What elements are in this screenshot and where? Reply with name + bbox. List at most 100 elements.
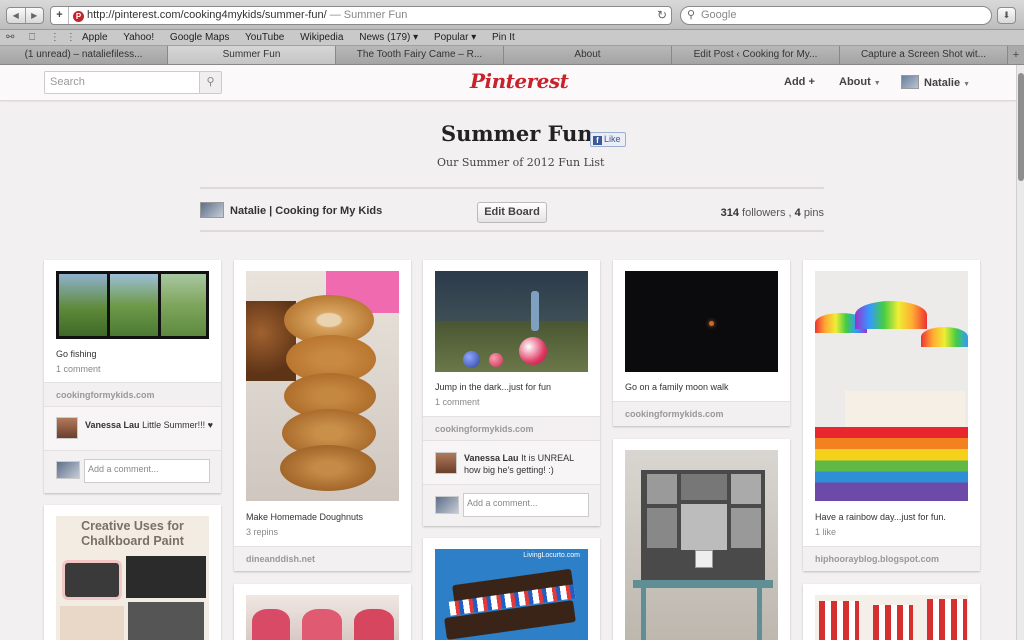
- downloads-icon[interactable]: ⬇: [997, 7, 1016, 24]
- tab-summer-fun[interactable]: Summer Fun: [168, 46, 336, 64]
- like-label: Like: [604, 134, 621, 144]
- pin-image[interactable]: Creative Uses for Chalkboard Paint: [56, 516, 209, 640]
- bookmark-wikipedia[interactable]: Wikipedia: [300, 32, 343, 43]
- pinterest-header: Search ⚲ Pinterest Add + About ▼ Natalie ▼: [0, 65, 1016, 101]
- tab-tooth-fairy[interactable]: The Tooth Fairy Came – R...: [336, 46, 504, 64]
- pin-image[interactable]: [625, 450, 778, 640]
- pin-image[interactable]: [56, 271, 209, 339]
- plus-icon: +: [808, 76, 815, 88]
- pin-jump-in-the-dark[interactable]: Jump in the dark...just for fun 1 commen…: [423, 260, 600, 526]
- search-input[interactable]: Search: [50, 76, 85, 88]
- user-menu[interactable]: Natalie ▼: [901, 75, 970, 89]
- pin-image[interactable]: [815, 271, 968, 501]
- reload-icon[interactable]: ↻: [657, 7, 667, 24]
- bookmark-youtube[interactable]: YouTube: [245, 32, 284, 43]
- board-info-bar: Natalie | Cooking for My Kids Edit Board…: [200, 187, 824, 232]
- pin-like-count[interactable]: 1 like: [815, 527, 836, 537]
- forward-arrow-icon[interactable]: ▶: [26, 8, 44, 23]
- new-tab-button[interactable]: +: [1008, 46, 1024, 64]
- reading-list-icon[interactable]: ⚯ ⎕ ⋮⋮: [6, 30, 82, 45]
- page-title-text: — Summer Fun: [329, 9, 408, 21]
- about-label: About: [839, 76, 871, 88]
- about-menu[interactable]: About ▼: [839, 76, 881, 88]
- commenter-name[interactable]: Vanessa Lau: [464, 453, 519, 463]
- board-stats: 314 followers , 4 pins: [720, 207, 824, 219]
- scrollbar[interactable]: [1016, 65, 1024, 640]
- facebook-like-button[interactable]: f Like: [590, 132, 626, 147]
- chevron-down-icon: ▼: [873, 80, 881, 87]
- pinterest-search[interactable]: Search ⚲: [44, 71, 222, 94]
- browser-search-field[interactable]: ⚲ Google: [680, 6, 992, 25]
- edit-board-button[interactable]: Edit Board: [477, 202, 547, 223]
- bookmark-popular[interactable]: Popular ▾: [434, 32, 476, 43]
- bookmark-pin-it[interactable]: Pin It: [492, 32, 515, 43]
- tab-capture-screenshot[interactable]: Capture a Screen Shot wit...: [840, 46, 1008, 64]
- board-owner[interactable]: Natalie | Cooking for My Kids: [200, 202, 382, 218]
- pin-image[interactable]: LivingLocurto.com: [435, 549, 588, 640]
- pin-description: Have a rainbow day...just for fun.: [815, 512, 946, 522]
- commenter-name[interactable]: Vanessa Lau: [85, 420, 140, 430]
- url-text[interactable]: http://pinterest.com/cooking4mykids/summ…: [87, 9, 327, 21]
- pin-comment-count[interactable]: 1 comment: [56, 364, 101, 374]
- tab-edit-post[interactable]: Edit Post ‹ Cooking for My...: [672, 46, 840, 64]
- pin-source[interactable]: cookingformykids.com: [44, 382, 221, 406]
- pin-image[interactable]: [246, 271, 399, 501]
- pin-moon-walk[interactable]: Go on a family moon walk cookingformykid…: [613, 260, 790, 426]
- bookmark-google-maps[interactable]: Google Maps: [170, 32, 229, 43]
- tab-about[interactable]: About: [504, 46, 672, 64]
- avatar: [200, 202, 224, 218]
- pin-description: Go fishing: [56, 349, 97, 359]
- followers-label[interactable]: followers: [742, 207, 785, 219]
- comment-text: Vanessa Lau Little Summer!!! ♥: [85, 419, 215, 431]
- pin-image[interactable]: [625, 271, 778, 372]
- address-bar[interactable]: + Phttp://pinterest.com/cooking4mykids/su…: [50, 6, 672, 25]
- followers-count[interactable]: 314: [721, 207, 739, 219]
- pin-comment: Vanessa Lau Little Summer!!! ♥: [44, 406, 221, 450]
- add-comment-row: Add a comment...: [423, 484, 600, 526]
- avatar[interactable]: [56, 417, 78, 439]
- pin-source[interactable]: hiphoorayblog.blogspot.com: [803, 546, 980, 571]
- pin-chalkboard[interactable]: Creative Uses for Chalkboard Paint: [44, 505, 221, 640]
- pinterest-favicon-icon: P: [73, 11, 84, 22]
- pin-rainbow-day[interactable]: Have a rainbow day...just for fun. 1 lik…: [803, 260, 980, 571]
- pin-comment: Vanessa Lau It is UNREAL how big he's ge…: [423, 440, 600, 484]
- add-comment-input[interactable]: Add a comment...: [463, 493, 589, 517]
- avatar: [56, 461, 80, 479]
- tab-unread-mail[interactable]: (1 unread) – nataliefiless...: [0, 46, 168, 64]
- add-menu[interactable]: Add +: [784, 76, 815, 88]
- comment-text: Vanessa Lau It is UNREAL how big he's ge…: [464, 452, 586, 476]
- avatar: [435, 496, 459, 514]
- add-bookmark-icon[interactable]: +: [51, 7, 69, 24]
- pin-doughnuts[interactable]: Make Homemade Doughnuts 3 repins dineand…: [234, 260, 411, 571]
- bookmark-yahoo[interactable]: Yahoo!: [123, 32, 154, 43]
- bookmark-apple[interactable]: Apple: [82, 32, 108, 43]
- pin-repin-count[interactable]: 3 repins: [246, 527, 278, 537]
- search-button-icon[interactable]: ⚲: [199, 72, 221, 93]
- pin-image[interactable]: [815, 595, 968, 640]
- back-arrow-icon[interactable]: ◀: [7, 8, 26, 23]
- pins-count: 4: [794, 207, 801, 219]
- search-icon: ⚲: [687, 9, 696, 21]
- add-comment-row: Add a comment...: [44, 450, 221, 493]
- add-comment-input[interactable]: Add a comment...: [84, 459, 210, 483]
- bookmarks-bar: ⚯ ⎕ ⋮⋮ Apple Yahoo! Google Maps YouTube …: [0, 30, 1024, 46]
- back-forward-buttons[interactable]: ◀ ▶: [6, 7, 44, 24]
- scrollbar-thumb[interactable]: [1018, 73, 1024, 181]
- pin-cupcakes[interactable]: [234, 584, 411, 640]
- pin-source[interactable]: cookingformykids.com: [423, 416, 600, 440]
- pin-popcorn[interactable]: [803, 584, 980, 640]
- pin-source[interactable]: cookingformykids.com: [613, 401, 790, 426]
- pin-source[interactable]: dineanddish.net: [234, 546, 411, 571]
- owner-name[interactable]: Natalie | Cooking for My Kids: [230, 205, 382, 217]
- avatar[interactable]: [435, 452, 457, 474]
- pin-photo-wall[interactable]: [613, 439, 790, 640]
- pin-description: Make Homemade Doughnuts: [246, 512, 364, 522]
- bookmark-news[interactable]: News (179) ▾: [359, 32, 418, 43]
- pinterest-logo[interactable]: Pinterest: [470, 69, 569, 93]
- pin-image[interactable]: [435, 271, 588, 372]
- pin-go-fishing[interactable]: Go fishing 1 comment cookingformykids.co…: [44, 260, 221, 493]
- browser-toolbar: ◀ ▶ + Phttp://pinterest.com/cooking4mykid…: [0, 0, 1024, 30]
- pin-image[interactable]: [246, 595, 399, 640]
- pin-ice-cream-sandwiches[interactable]: LivingLocurto.com: [423, 538, 600, 640]
- pin-comment-count[interactable]: 1 comment: [435, 397, 480, 407]
